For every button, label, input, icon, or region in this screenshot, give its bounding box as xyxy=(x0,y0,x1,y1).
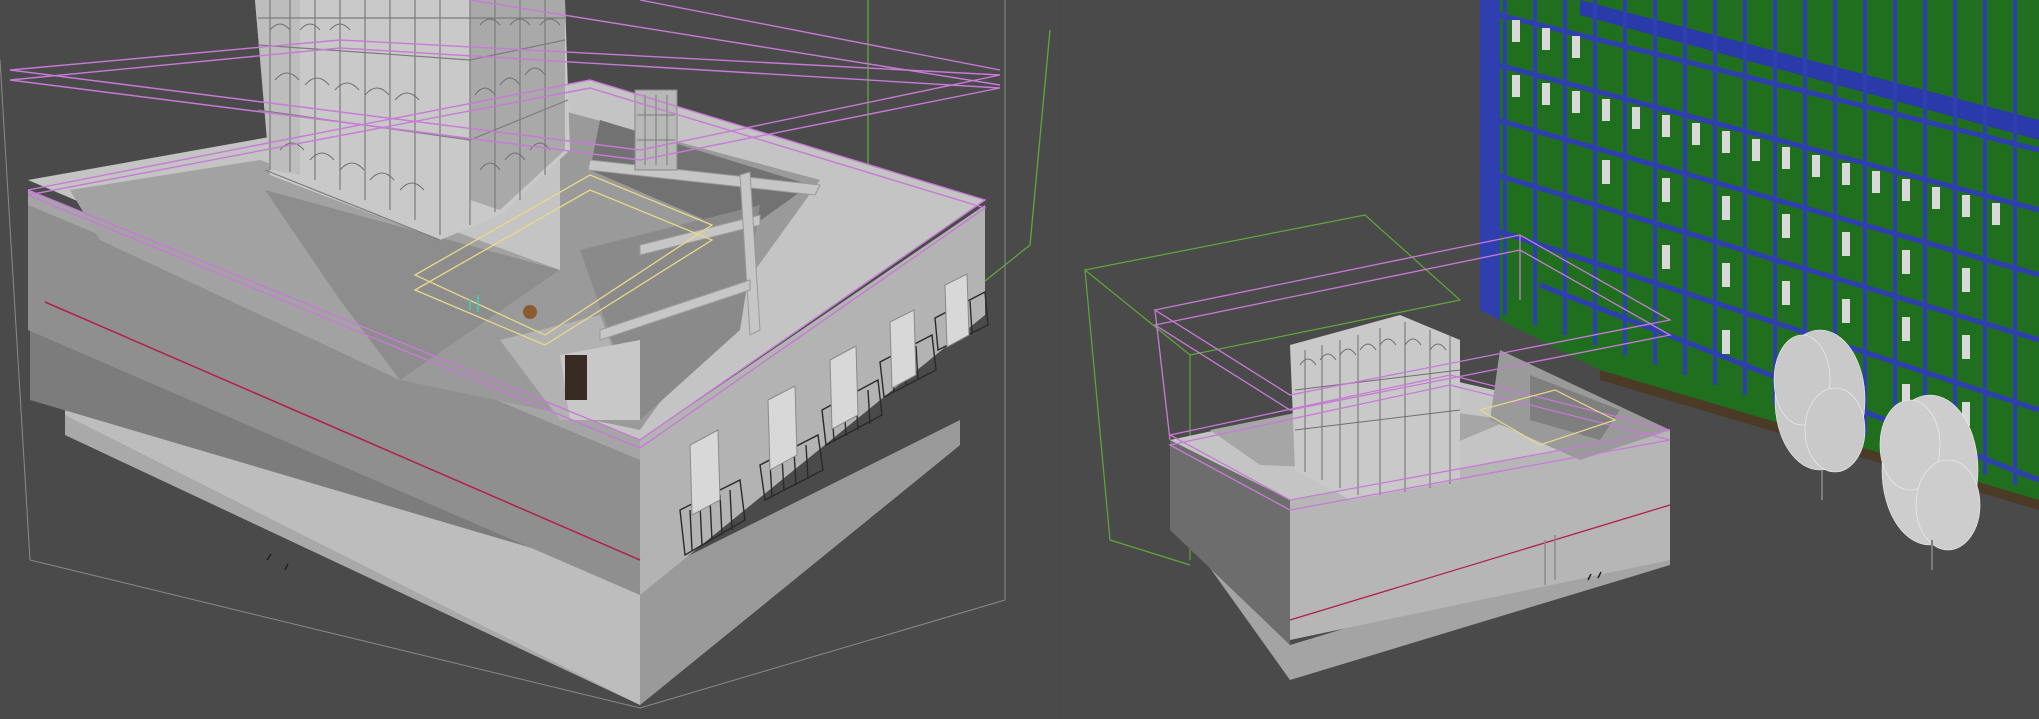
door-dark xyxy=(565,355,587,400)
right-scene xyxy=(1083,0,2039,680)
left-scene xyxy=(0,0,1051,709)
viewport-right[interactable] xyxy=(1060,0,2039,719)
viewport-left[interactable] xyxy=(0,0,1060,719)
small-object xyxy=(523,305,537,319)
tree-right xyxy=(1879,394,1981,570)
viewport-area xyxy=(0,0,2039,719)
small-marks xyxy=(266,553,289,571)
tree-left xyxy=(1773,329,1866,500)
